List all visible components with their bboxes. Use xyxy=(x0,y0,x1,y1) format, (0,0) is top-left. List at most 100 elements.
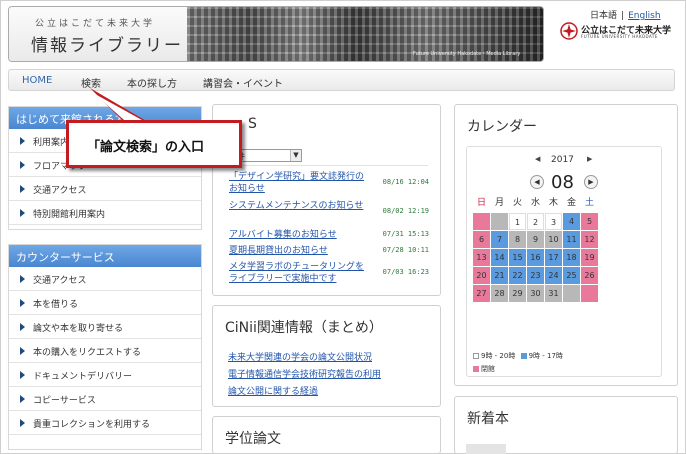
calendar-day[interactable]: 25 xyxy=(563,267,580,284)
side-item-label: 特別開館利用案内 xyxy=(33,210,106,220)
site-banner[interactable]: 公立はこだて未来大学 情報ライブラリー Future University Ha… xyxy=(8,6,544,62)
calendar-day[interactable]: 15 xyxy=(509,249,526,266)
calendar-day[interactable]: 28 xyxy=(491,285,508,302)
calendar-day[interactable]: 31 xyxy=(545,285,562,302)
language-switcher: 日本語 | English xyxy=(590,8,661,21)
news-link[interactable]: システムメンテナンスのお知らせ xyxy=(229,200,369,212)
side-item-access[interactable]: 交通アクセス xyxy=(9,177,201,201)
prev-month-button[interactable]: ◀ xyxy=(530,175,544,189)
university-logo[interactable]: 公立はこだて未来大学 FUTURE UNIVERSITY HAKODATE xyxy=(560,22,680,42)
weekday-header: 水 xyxy=(530,198,540,208)
news-link[interactable]: アルバイト募集のお知らせ xyxy=(229,229,369,241)
weekday-header: 月 xyxy=(494,198,504,208)
news-date: 08/02 12:19 xyxy=(382,207,429,215)
calendar-day[interactable]: 19 xyxy=(581,249,598,266)
chevron-down-icon: ▼ xyxy=(290,150,301,161)
lang-en-link[interactable]: English xyxy=(628,11,661,21)
next-year-icon[interactable]: ▶ xyxy=(587,155,592,163)
calendar-day[interactable]: 10 xyxy=(545,231,562,248)
nav-workshops-events[interactable]: 講習会・イベント xyxy=(203,75,283,90)
callout-text: 「論文検索」の入口 xyxy=(87,140,205,155)
triangle-right-icon xyxy=(20,323,25,331)
lang-ja-link[interactable]: 日本語 xyxy=(590,11,617,21)
side-item-borrow[interactable]: 本を借りる xyxy=(9,291,201,315)
calendar-day[interactable]: 21 xyxy=(491,267,508,284)
triangle-right-icon xyxy=(20,395,25,403)
calendar-legend-closed: 閉館 xyxy=(473,364,495,374)
news-date: 07/28 10:11 xyxy=(382,246,429,254)
calendar-day[interactable]: 22 xyxy=(509,267,526,284)
calendar-day[interactable]: 4 xyxy=(563,213,580,230)
side-item-special-hours[interactable]: 特別開館利用案内 xyxy=(9,201,201,225)
weekday-header: 日 xyxy=(476,198,486,208)
calendar-day[interactable]: 13 xyxy=(473,249,490,266)
side-item-label: 交通アクセス xyxy=(33,276,87,286)
side-item-purchase-request[interactable]: 本の購入をリクエストする xyxy=(9,339,201,363)
university-logo-icon xyxy=(560,22,578,40)
calendar-day[interactable]: 7 xyxy=(491,231,508,248)
calendar-day[interactable]: 2 xyxy=(527,213,544,230)
cinii-link[interactable]: 未来大学関連の学会の論文公開状況 xyxy=(228,350,372,363)
annotation-callout: 「論文検索」の入口 xyxy=(66,120,242,168)
calendar-day[interactable]: 1 xyxy=(509,213,526,230)
news-link[interactable]: メタ学習ラボのチュータリングをライブラリーで実施中です xyxy=(229,261,369,285)
calendar-day[interactable]: 8 xyxy=(509,231,526,248)
triangle-right-icon xyxy=(20,209,25,217)
calendar-day xyxy=(581,285,598,302)
thesis-title: 学位論文 xyxy=(225,431,281,447)
triangle-right-icon xyxy=(20,185,25,193)
cinii-title: CiNii関連情報（まとめ） xyxy=(225,320,383,336)
side-item-label: ドキュメントデリバリー xyxy=(33,372,133,382)
side-item-interlibrary[interactable]: 論文や本を取り寄せる xyxy=(9,315,201,339)
calendar-day[interactable]: 14 xyxy=(491,249,508,266)
side-item-label: 貴重コレクションを利用する xyxy=(33,420,151,430)
calendar-day[interactable]: 18 xyxy=(563,249,580,266)
site-title: 情報ライブラリー xyxy=(31,36,183,56)
side-item-rare-collection[interactable]: 貴重コレクションを利用する xyxy=(9,411,201,435)
news-link[interactable]: 夏期長期貸出のお知らせ xyxy=(229,245,369,257)
new-book-thumbnail[interactable] xyxy=(466,444,506,454)
calendar-day[interactable]: 27 xyxy=(473,285,490,302)
triangle-right-icon xyxy=(20,275,25,283)
legend-swatch-closed xyxy=(473,366,479,372)
calendar-day[interactable]: 17 xyxy=(545,249,562,266)
side-item-label: 論文や本を取り寄せる xyxy=(33,324,124,334)
weekday-header: 火 xyxy=(512,198,522,208)
lang-separator: | xyxy=(621,11,625,21)
calendar-day[interactable]: 6 xyxy=(473,231,490,248)
legend-label-closed: 閉館 xyxy=(481,365,495,373)
calendar-day[interactable]: 11 xyxy=(563,231,580,248)
calendar-day[interactable]: 29 xyxy=(509,285,526,302)
side-item-document-delivery[interactable]: ドキュメントデリバリー xyxy=(9,363,201,387)
legend-label-short: 9時 - 17時 xyxy=(528,352,563,360)
news-date: 07/31 15:13 xyxy=(382,230,429,238)
news-date: 07/03 16:23 xyxy=(382,268,429,276)
calendar-day[interactable]: 30 xyxy=(527,285,544,302)
nav-home[interactable]: HOME xyxy=(22,75,52,86)
calendar-day[interactable]: 9 xyxy=(527,231,544,248)
news-item[interactable]: 「デザイン学研究」要文誌発行のお知らせ 08/16 12:04 xyxy=(229,171,429,199)
cinii-link[interactable]: 電子情報通信学会技術研究報告の利用 xyxy=(228,367,381,380)
calendar-day[interactable]: 24 xyxy=(545,267,562,284)
next-month-button[interactable]: ▶ xyxy=(584,175,598,189)
university-name: 公立はこだて未来大学 xyxy=(35,19,156,29)
calendar-day[interactable]: 26 xyxy=(581,267,598,284)
side-item-copy-service[interactable]: コピーサービス xyxy=(9,387,201,411)
calendar-day[interactable]: 16 xyxy=(527,249,544,266)
news-link[interactable]: 「デザイン学研究」要文誌発行のお知らせ xyxy=(229,171,369,195)
counter-service-box: カウンターサービス 交通アクセス 本を借りる 論文や本を取り寄せる 本の購入をリ… xyxy=(8,244,202,450)
calendar-day[interactable]: 5 xyxy=(581,213,598,230)
calendar-day[interactable]: 23 xyxy=(527,267,544,284)
calendar-day[interactable]: 12 xyxy=(581,231,598,248)
news-title: S xyxy=(248,116,257,132)
prev-year-icon[interactable]: ◀ xyxy=(535,155,540,163)
side-item-label: 本を借りる xyxy=(33,300,79,310)
cinii-link[interactable]: 論文公開に関する経過 xyxy=(228,384,318,397)
calendar-day[interactable]: 3 xyxy=(545,213,562,230)
triangle-right-icon xyxy=(20,347,25,355)
calendar-day[interactable]: 20 xyxy=(473,267,490,284)
calendar-year: 2017 xyxy=(551,155,574,165)
news-item[interactable]: メタ学習ラボのチュータリングをライブラリーで実施中です 07/03 16:23 xyxy=(229,261,429,289)
news-item[interactable]: システムメンテナンスのお知らせ 08/02 12:19 xyxy=(229,200,429,228)
side-item-access-2[interactable]: 交通アクセス xyxy=(9,267,201,291)
